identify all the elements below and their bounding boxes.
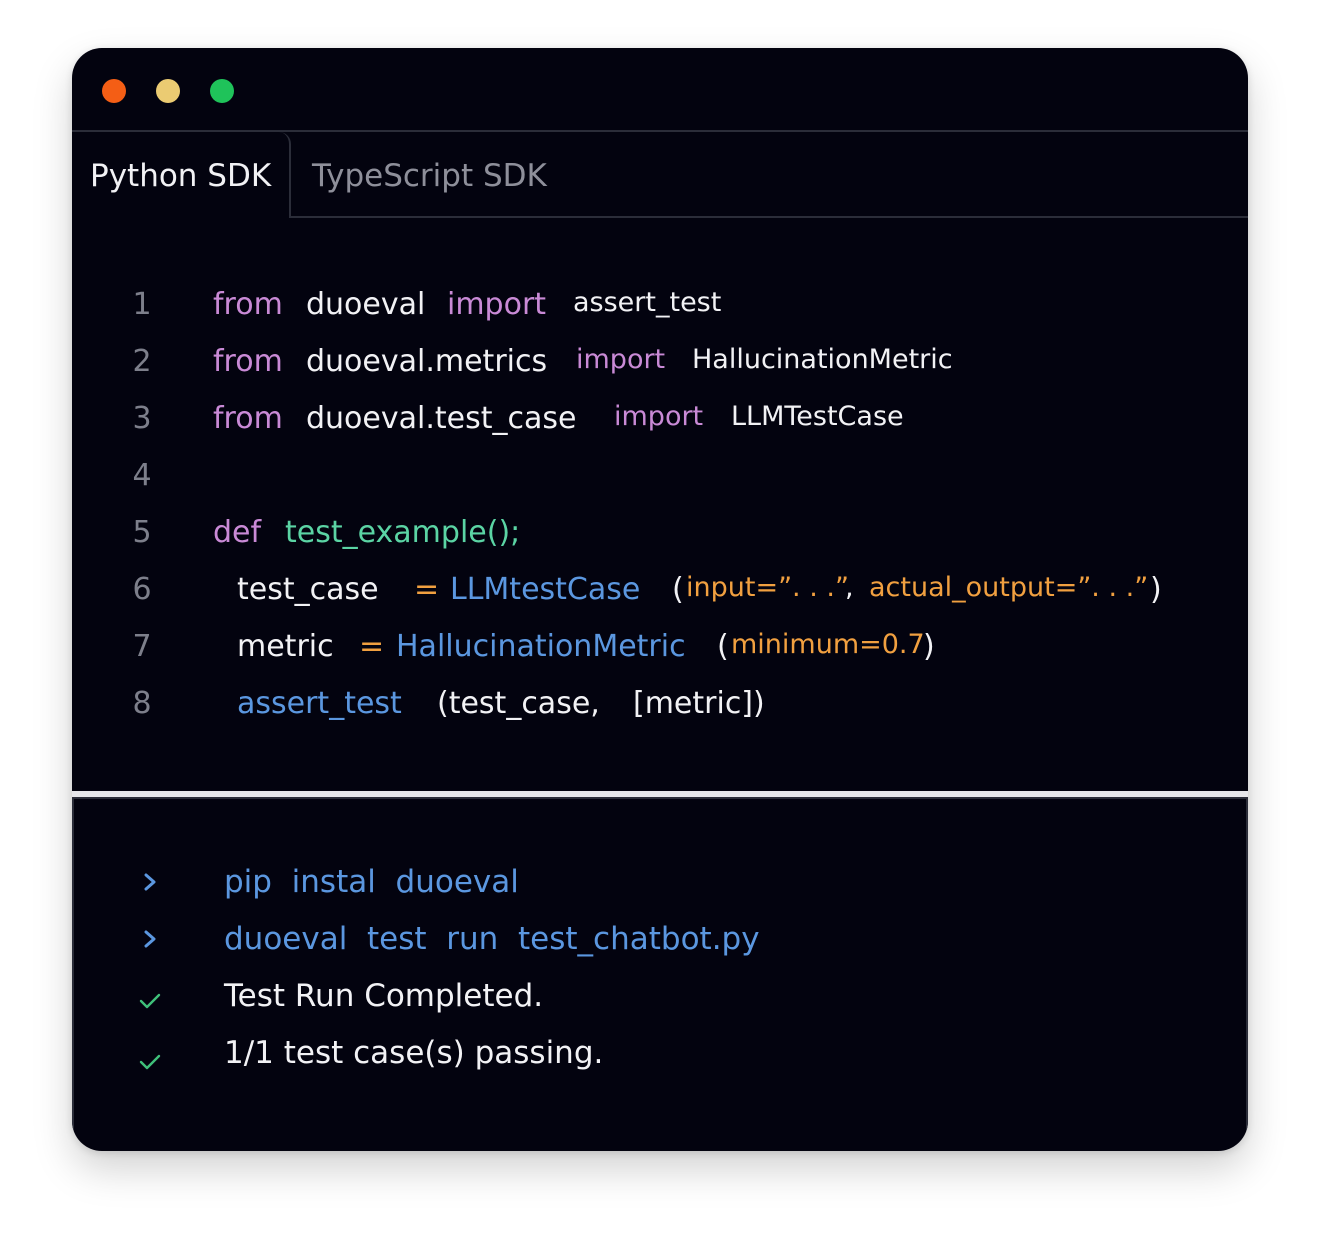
terminal-command: pip instal duoeval: [224, 864, 519, 900]
variable-token: test_case: [237, 572, 379, 607]
class-name-token: HallucinationMetric: [396, 629, 686, 664]
keyword-token: import: [576, 344, 666, 375]
argument-token: (test_case,: [437, 686, 600, 721]
line-number: 2: [132, 344, 152, 379]
close-button[interactable]: [102, 79, 126, 103]
import-name-token: assert_test: [573, 287, 722, 318]
import-name-token: HallucinationMetric: [692, 344, 953, 375]
line-number: 7: [132, 629, 152, 664]
keyword-token: from: [213, 401, 283, 436]
terminal-panel: pip instal duoeval duoeval test run test…: [72, 797, 1248, 1151]
terminal-output: Test Run Completed.: [224, 978, 544, 1014]
terminal-line: 1/1 test case(s) passing.: [74, 1025, 1246, 1082]
check-icon: [139, 993, 161, 1009]
terminal-command: duoeval test run test_chatbot.py: [224, 921, 760, 957]
terminal-line: pip instal duoeval: [74, 854, 1246, 911]
argument-token: input=”. . .”: [686, 572, 849, 603]
line-number: 6: [132, 572, 152, 607]
keyword-token: from: [213, 344, 283, 379]
paren-token: ): [1150, 572, 1162, 607]
line-number: 4: [132, 458, 152, 493]
tab-bar-divider: [291, 216, 1248, 218]
keyword-token: import: [614, 401, 704, 432]
title-bar: [72, 48, 1248, 130]
code-line: 7 metric = HallucinationMetric ( minimum…: [72, 618, 1248, 675]
terminal-line: Test Run Completed.: [74, 968, 1246, 1025]
chevron-right-icon: [144, 930, 156, 948]
code-window: Python SDK TypeScript SDK 1 from duoeval…: [72, 48, 1248, 1151]
variable-token: metric: [237, 629, 334, 664]
keyword-token: from: [213, 287, 283, 322]
tab-typescript-sdk[interactable]: TypeScript SDK: [312, 154, 547, 198]
line-number: 5: [132, 515, 152, 550]
keyword-token: import: [447, 287, 547, 322]
tab-python-sdk-label[interactable]: Python SDK: [90, 154, 271, 198]
function-name-token: test_example();: [285, 515, 521, 550]
tab-bar: Python SDK TypeScript SDK: [72, 130, 1248, 218]
minimize-button[interactable]: [156, 79, 180, 103]
module-token: duoeval.test_case: [306, 401, 577, 436]
argument-token: [metric]): [633, 686, 765, 721]
code-line: 8 assert_test (test_case, [metric]): [72, 675, 1248, 732]
operator-token: =: [414, 572, 440, 607]
import-name-token: LLMTestCase: [731, 401, 904, 432]
keyword-token: def: [213, 515, 262, 550]
paren-token: ): [923, 629, 935, 664]
code-line: 5 def test_example();: [72, 504, 1248, 561]
line-number: 8: [132, 686, 152, 721]
argument-token: actual_output=”. . .”: [869, 572, 1149, 603]
class-name-token: LLMtestCase: [450, 572, 641, 607]
argument-token: minimum=0.7: [731, 629, 925, 660]
code-line: 6 test_case = LLMtestCase ( input=”. . .…: [72, 561, 1248, 618]
paren-token: (: [672, 572, 684, 607]
operator-token: =: [359, 629, 385, 664]
code-line: 2 from duoeval.metrics import Hallucinat…: [72, 333, 1248, 390]
line-number: 1: [132, 287, 152, 322]
check-icon: [139, 1054, 161, 1070]
paren-token: (: [717, 629, 729, 664]
terminal-output: 1/1 test case(s) passing.: [224, 1035, 604, 1071]
module-token: duoeval: [306, 287, 426, 322]
comma-token: ,: [845, 572, 854, 603]
terminal-line: duoeval test run test_chatbot.py: [74, 911, 1246, 968]
maximize-button[interactable]: [210, 79, 234, 103]
function-call-token: assert_test: [237, 686, 402, 721]
line-number: 3: [132, 401, 152, 436]
module-token: duoeval.metrics: [306, 344, 548, 379]
code-line: 1 from duoeval import assert_test: [72, 276, 1248, 333]
code-line: 4: [72, 447, 1248, 504]
code-line: 3 from duoeval.test_case import LLMTestC…: [72, 390, 1248, 447]
chevron-right-icon: [144, 873, 156, 891]
